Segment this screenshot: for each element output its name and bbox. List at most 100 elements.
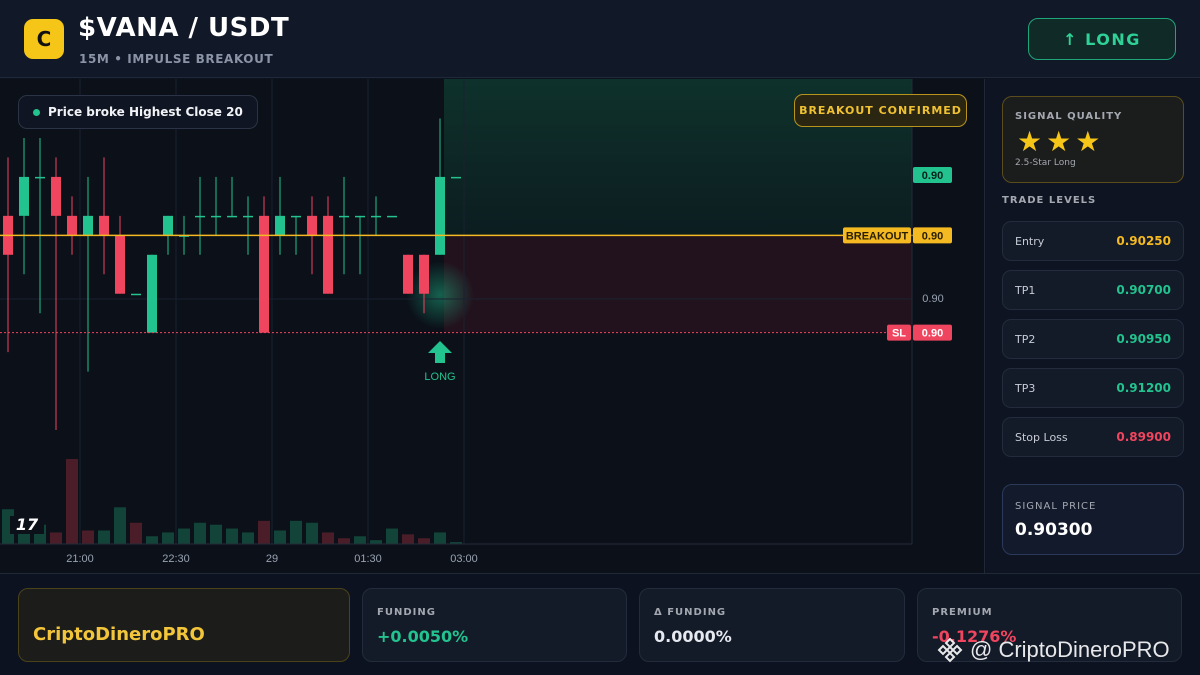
- volume-bar: [354, 536, 366, 544]
- binance-icon: [937, 637, 963, 663]
- volume-bar: [114, 507, 126, 544]
- candle-body: [403, 254, 413, 294]
- candle-body: [83, 215, 93, 236]
- candle-body: [227, 215, 237, 218]
- trade-levels-title: TRADE LEVELS: [1002, 195, 1097, 206]
- pair-title: $VANA / USDT: [78, 13, 290, 43]
- volume-bar: [290, 520, 302, 544]
- watermark: @ CriptoDineroPRO: [936, 636, 1170, 664]
- volume-bar: [306, 522, 318, 544]
- footer-bar: CriptoDineroPRO FUNDING +0.0050% Δ FUNDI…: [0, 573, 1200, 675]
- candle-body: [339, 215, 349, 218]
- candle-body: [243, 215, 253, 218]
- time-tick-label: 01:30: [354, 553, 382, 565]
- sl-price-tag: 0.90: [922, 328, 943, 340]
- signal-price-title: SIGNAL PRICE: [1015, 501, 1097, 512]
- volume-bar: [146, 536, 158, 544]
- candle-body: [435, 176, 445, 255]
- volume-bar: [178, 528, 190, 544]
- axis-price-label: 0.90: [922, 293, 943, 305]
- candle-body: [19, 176, 29, 216]
- level-value: 0.90700: [1116, 283, 1171, 297]
- volume-bar: [130, 522, 142, 544]
- candle-body: [259, 215, 269, 333]
- app-logo: C: [24, 19, 64, 59]
- level-tp3: TP3 0.91200: [1002, 368, 1184, 408]
- level-tp1: TP1 0.90700: [1002, 270, 1184, 310]
- level-label: TP2: [1015, 332, 1036, 346]
- candle-body: [99, 215, 109, 236]
- delta-funding-value: 0.0000%: [654, 627, 732, 646]
- signal-quality-subtitle: 2.5-Star Long: [1015, 158, 1076, 168]
- sl-name-tag: SL: [892, 328, 906, 340]
- signal-quality-title: SIGNAL QUALITY: [1015, 111, 1123, 122]
- volume-bar: [98, 530, 110, 544]
- candle-body: [275, 215, 285, 236]
- volume-bar: [66, 459, 78, 544]
- volume-bar: [162, 532, 174, 544]
- candle-body: [371, 215, 381, 218]
- signal-condition-tag: Price broke Highest Close 20: [18, 95, 258, 129]
- chart-logo-icon: 17: [16, 515, 39, 534]
- candle-body: [35, 176, 45, 179]
- star-rating-icon: ★★★: [1017, 125, 1105, 158]
- volume-bar: [50, 532, 62, 544]
- volume-bar: [402, 534, 414, 544]
- candle-body: [67, 215, 77, 236]
- signal-quality-card: SIGNAL QUALITY ★★★ 2.5-Star Long: [1002, 96, 1184, 183]
- level-label: TP3: [1015, 381, 1036, 395]
- long-button[interactable]: ↑ LONG: [1028, 18, 1176, 60]
- timeframe-subtitle: 15M • IMPULSE BREAKOUT: [79, 52, 274, 66]
- brand-card: CriptoDineroPRO: [18, 588, 350, 662]
- signal-condition-text: Price broke Highest Close 20: [48, 105, 243, 119]
- candle-body: [323, 215, 333, 294]
- delta-funding-label: Δ FUNDING: [654, 607, 727, 618]
- candle-body: [147, 254, 157, 333]
- candlestick-chart[interactable]: LONG 0.90 BREAKOUT 0.90 0.90 SL 0.90 21:00 22:3…: [0, 79, 985, 573]
- volume-bar: [370, 540, 382, 544]
- breakout-price-tag: 0.90: [922, 230, 943, 242]
- time-tick-label: 29: [266, 553, 278, 565]
- price-chart-panel[interactable]: LONG 0.90 BREAKOUT 0.90 0.90 SL 0.90 21:00 22:3…: [0, 79, 985, 573]
- breakout-name-tag: BREAKOUT: [846, 230, 909, 242]
- volume-bar: [258, 520, 270, 544]
- brand-name: CriptoDineroPRO: [33, 624, 205, 645]
- volume-bar: [386, 528, 398, 544]
- upper-price-tag: 0.90: [922, 170, 943, 182]
- candle-body: [355, 215, 365, 218]
- time-tick-label: 22:30: [162, 553, 190, 565]
- candle-body: [195, 215, 205, 218]
- volume-bar: [418, 538, 430, 544]
- level-entry: Entry 0.90250: [1002, 221, 1184, 261]
- funding-value: +0.0050%: [377, 627, 469, 646]
- level-value: 0.90950: [1116, 332, 1171, 346]
- status-dot-icon: [33, 108, 40, 116]
- time-tick-label: 21:00: [66, 553, 94, 565]
- watermark-text: @ CriptoDineroPRO: [970, 637, 1170, 662]
- signal-price-value: 0.90300: [1015, 520, 1093, 540]
- candle-body: [451, 176, 461, 179]
- delta-funding-card: Δ FUNDING 0.0000%: [639, 588, 905, 662]
- signal-price-card: SIGNAL PRICE 0.90300: [1002, 484, 1184, 555]
- level-value: 0.89900: [1116, 430, 1171, 444]
- volume-bar: [210, 524, 222, 544]
- volume-bar: [242, 532, 254, 544]
- signal-sidebar: SIGNAL QUALITY ★★★ 2.5-Star Long TRADE L…: [986, 79, 1200, 573]
- candle-body: [163, 215, 173, 236]
- level-label: TP1: [1015, 283, 1036, 297]
- volume-bar: [434, 532, 446, 544]
- volume-bar: [194, 522, 206, 544]
- volume-bar: [322, 532, 334, 544]
- candle-body: [307, 215, 317, 236]
- candle-body: [115, 235, 125, 294]
- level-stop-loss: Stop Loss 0.89900: [1002, 417, 1184, 457]
- time-tick-label: 03:00: [450, 553, 478, 565]
- level-value: 0.90250: [1116, 234, 1171, 248]
- level-value: 0.91200: [1116, 381, 1171, 395]
- header-bar: C $VANA / USDT 15M • IMPULSE BREAKOUT ↑ …: [0, 0, 1200, 78]
- volume-bar: [82, 530, 94, 544]
- candle-body: [131, 293, 141, 296]
- candle-body: [387, 215, 397, 218]
- long-marker-label: LONG: [424, 371, 455, 383]
- volume-bar: [274, 530, 286, 544]
